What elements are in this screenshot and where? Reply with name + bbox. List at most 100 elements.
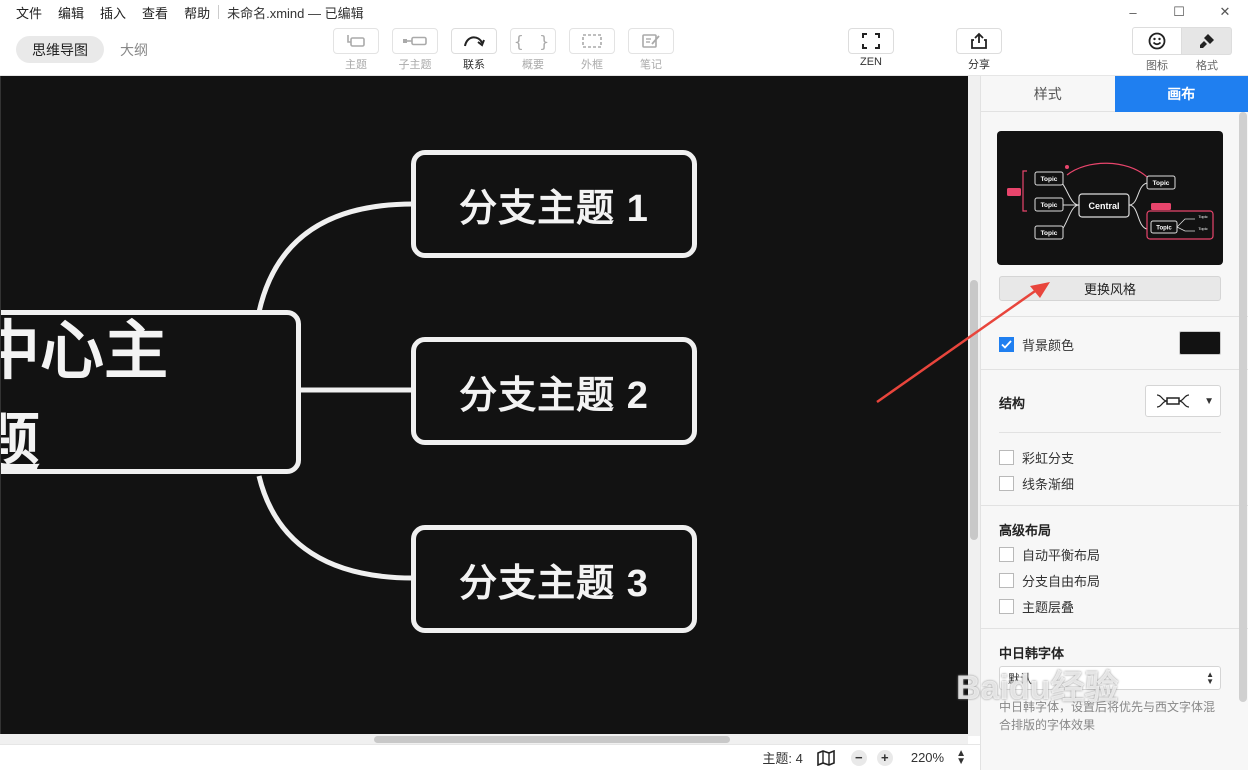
share-label: 分享: [968, 59, 990, 71]
maximize-button[interactable]: ☐: [1156, 0, 1202, 24]
icon-panel-button[interactable]: 图标: [1132, 27, 1182, 73]
branch-topic-1[interactable]: 分支主题 1: [411, 150, 697, 258]
summary-button[interactable]: { } 概要: [508, 28, 558, 72]
subtopic-button[interactable]: 子主题: [390, 28, 440, 72]
change-style-button[interactable]: 更换风格: [999, 276, 1221, 301]
menu-edit[interactable]: 编辑: [58, 3, 84, 22]
branch-topic-3[interactable]: 分支主题 3: [411, 525, 697, 633]
menu-separator: [218, 5, 220, 19]
rainbow-branch-option[interactable]: 彩虹分支: [999, 448, 1074, 467]
note-button[interactable]: 笔记: [626, 28, 676, 72]
theme-preview: Topic Topic Topic Central Topic Topic To…: [1007, 162, 1214, 240]
tapered-lines-option[interactable]: 线条渐细: [999, 474, 1074, 493]
central-topic[interactable]: 中心主题: [1, 310, 301, 479]
zoom-in-button[interactable]: +: [876, 749, 893, 766]
structure-icon: [1156, 394, 1190, 408]
share-button[interactable]: 分享: [954, 28, 1004, 72]
cjk-font-description: 中日韩字体，设置后将优先与西文字体混合排版的字体效果: [999, 700, 1216, 732]
scrollbar-thumb[interactable]: [1239, 112, 1247, 702]
thumb-topic-3: Topic: [1041, 230, 1058, 237]
background-color-swatch[interactable]: [1179, 331, 1221, 355]
relationship-label: 联系: [463, 59, 485, 71]
zoom-level[interactable]: 220%: [911, 750, 944, 765]
zoom-out-button[interactable]: −: [850, 749, 867, 766]
title-bar: 文件 编辑 插入 查看 帮助 未命名.xmind — 已编辑 – ☐ ✕: [0, 0, 1248, 24]
boundary-button[interactable]: 外框: [567, 28, 617, 72]
tab-style[interactable]: 样式: [981, 76, 1115, 112]
rainbow-branch-checkbox[interactable]: [999, 450, 1014, 465]
boundary-label: 外框: [581, 59, 603, 71]
divider: [981, 505, 1248, 506]
chevron-updown-icon: ▲ ▼: [1206, 670, 1214, 686]
thumb-topic-5: Topic: [1156, 226, 1172, 232]
topic-overlap-checkbox[interactable]: [999, 599, 1014, 614]
background-color-option[interactable]: 背景颜色: [999, 335, 1074, 354]
auto-balance-checkbox[interactable]: [999, 547, 1014, 562]
format-panel: 样式 画布 Topic Topic Topic Central Topic To…: [980, 76, 1248, 770]
subtopic-icon: [403, 36, 427, 46]
advanced-layout-heading: 高级布局: [999, 523, 1052, 538]
braces-icon: { }: [514, 31, 552, 51]
topic-overlap-option[interactable]: 主题层叠: [999, 597, 1074, 616]
zoom-stepper-icon[interactable]: ▲ ▼: [956, 748, 966, 766]
icon-panel-label: 图标: [1146, 60, 1168, 72]
map-icon[interactable]: [817, 749, 835, 766]
thumb-central: Central: [1088, 201, 1119, 211]
zen-button[interactable]: ZEN: [846, 28, 896, 68]
panel-toggle-group: 图标 格式: [1132, 27, 1232, 73]
format-panel-button[interactable]: 格式: [1182, 27, 1232, 73]
free-layout-checkbox[interactable]: [999, 573, 1014, 588]
topic-button[interactable]: 主题: [331, 28, 381, 72]
branch-topic-2[interactable]: 分支主题 2: [411, 337, 697, 445]
view-tabs: 思维导图 大纲: [16, 36, 164, 63]
menu-help[interactable]: 帮助: [184, 3, 210, 22]
cjk-font-dropdown[interactable]: 默认 ▲ ▼: [999, 666, 1221, 690]
topic-label: 主题: [345, 59, 367, 71]
thumb-topic-4: Topic: [1153, 180, 1170, 187]
structure-dropdown[interactable]: ▼: [1145, 385, 1221, 417]
free-layout-label: 分支自由布局: [1022, 574, 1101, 589]
smiley-icon: [1148, 32, 1166, 50]
panel-scrollbar[interactable]: [1239, 112, 1247, 762]
share-icon: [971, 32, 987, 49]
canvas-vertical-scrollbar[interactable]: [968, 76, 980, 736]
scrollbar-thumb[interactable]: [374, 736, 730, 743]
document-title: 未命名.xmind — 已编辑: [227, 5, 364, 21]
auto-balance-option[interactable]: 自动平衡布局: [999, 545, 1100, 564]
free-layout-option[interactable]: 分支自由布局: [999, 571, 1100, 590]
note-label: 笔记: [640, 59, 662, 71]
window-controls: – ☐ ✕: [1110, 0, 1248, 24]
tab-mindmap[interactable]: 思维导图: [16, 36, 104, 63]
tapered-lines-label: 线条渐细: [1022, 477, 1075, 492]
scrollbar-thumb[interactable]: [970, 280, 978, 540]
rainbow-branch-label: 彩虹分支: [1022, 451, 1075, 466]
tapered-lines-checkbox[interactable]: [999, 476, 1014, 491]
topic-count: 主题: 4: [762, 751, 803, 766]
chevron-down-icon: ▼: [1204, 395, 1214, 407]
fullscreen-icon: [862, 33, 880, 49]
topic-overlap-label: 主题层叠: [1022, 600, 1075, 615]
status-bar: 主题: 4 − + 220% ▲ ▼: [0, 744, 980, 770]
mindmap-canvas[interactable]: 中心主题 分支主题 1 分支主题 2 分支主题 3: [0, 76, 968, 736]
connector-branch-1: [256, 201, 414, 313]
tab-canvas[interactable]: 画布: [1114, 76, 1248, 112]
theme-thumbnail[interactable]: Topic Topic Topic Central Topic Topic To…: [997, 131, 1223, 265]
canvas-horizontal-scrollbar[interactable]: [0, 734, 968, 744]
summary-label: 概要: [522, 59, 544, 71]
divider: [999, 432, 1221, 433]
format-panel-label: 格式: [1196, 60, 1218, 72]
check-icon: [1001, 340, 1012, 349]
relationship-button[interactable]: 联系: [449, 28, 499, 72]
thumb-subtopic-2: Topic: [1198, 226, 1207, 231]
zen-label: ZEN: [860, 56, 882, 68]
menu-insert[interactable]: 插入: [100, 3, 126, 22]
note-icon: [642, 34, 660, 48]
menu-file[interactable]: 文件: [16, 3, 42, 22]
cjk-font-value: 默认: [1008, 671, 1033, 686]
tab-outline[interactable]: 大纲: [104, 36, 164, 63]
divider: [981, 316, 1248, 317]
menu-view[interactable]: 查看: [142, 3, 168, 22]
minimize-button[interactable]: –: [1110, 0, 1156, 24]
close-button[interactable]: ✕: [1202, 0, 1248, 24]
background-color-checkbox[interactable]: [999, 337, 1014, 352]
